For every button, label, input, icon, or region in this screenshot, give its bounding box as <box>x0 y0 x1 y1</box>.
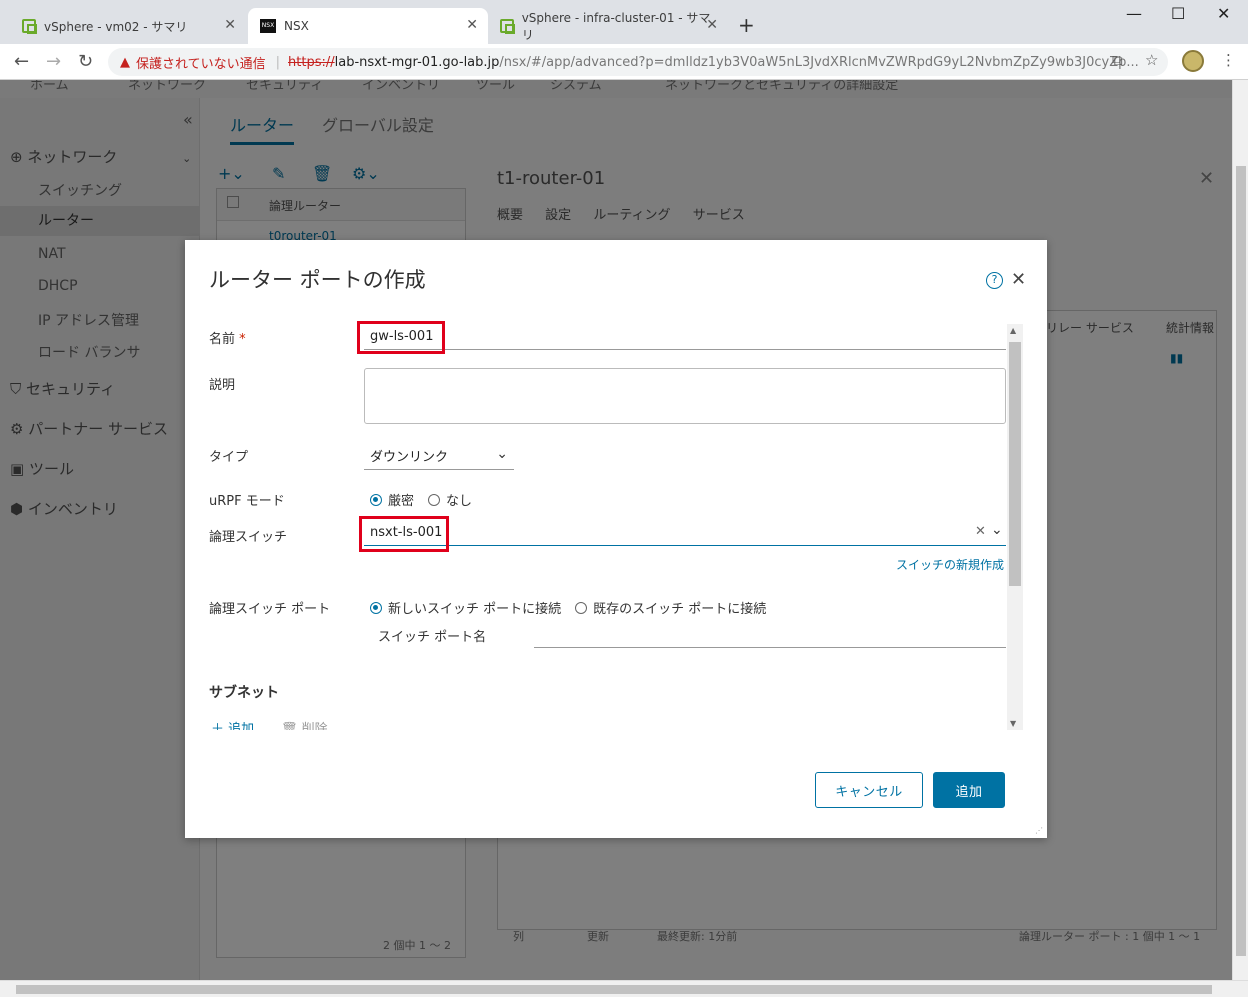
clear-icon[interactable]: ✕ <box>975 524 986 539</box>
type-selected-value: ダウンリンク <box>370 450 449 465</box>
logical-switch-port-label: 論理スイッチ ポート <box>209 602 331 617</box>
warning-icon: ▲ <box>120 54 130 70</box>
page-horizontal-scrollbar[interactable] <box>0 980 1248 997</box>
radio-icon[interactable] <box>575 601 588 614</box>
browser-tab-vsphere-cluster[interactable]: vSphere - infra-cluster-01 - サマリ ✕ <box>488 8 728 44</box>
resize-handle-icon[interactable]: ⋰ <box>1035 826 1043 835</box>
close-tab-icon[interactable]: ✕ <box>466 17 478 33</box>
address-bar: ← → ↻ ▲ 保護されていない通信 | https:// lab-nsxt-m… <box>0 44 1248 80</box>
radio-selected-icon[interactable] <box>370 601 382 614</box>
vsphere-favicon-icon <box>500 19 515 34</box>
logical-switch-highlight-box <box>359 516 449 552</box>
back-icon[interactable]: ← <box>14 51 29 72</box>
chevron-down-icon: ⌄ <box>496 446 508 462</box>
forward-icon[interactable]: → <box>46 51 61 72</box>
urpf-radio-group: 厳密 なし <box>370 490 486 509</box>
trash-icon: 🗑 <box>281 722 298 730</box>
new-tab-icon[interactable]: + <box>738 13 755 37</box>
nsx-favicon-icon: NSX <box>260 19 276 33</box>
minimize-icon[interactable]: — <box>1126 4 1142 23</box>
lsp-radio-group: 新しいスイッチ ポートに接続 既存のスイッチ ポートに接続 <box>370 598 780 617</box>
name-field[interactable] <box>364 324 1006 350</box>
maximize-icon[interactable]: ☐ <box>1171 4 1185 23</box>
lsp-existing-port-option[interactable]: 既存のスイッチ ポートに接続 <box>575 598 766 617</box>
dialog-body: 名前 * 説明 タイプ ダウンリンク ⌄ uRPF モード 厳密 なし 論理スイ… <box>185 320 1025 730</box>
cancel-button[interactable]: キャンセル <box>815 772 923 808</box>
urpf-none-option[interactable]: なし <box>428 490 472 509</box>
scroll-thumb[interactable] <box>16 985 1212 994</box>
scroll-thumb[interactable] <box>1236 166 1246 956</box>
dialog-title: ルーター ポートの作成 <box>209 268 426 292</box>
switch-port-name-label: スイッチ ポート名 <box>378 630 487 645</box>
help-icon[interactable]: ? <box>986 272 1003 289</box>
url-field[interactable]: ▲ 保護されていない通信 | https:// lab-nsxt-mgr-01.… <box>108 48 1168 76</box>
browser-menu-icon[interactable]: ⋮ <box>1221 51 1236 69</box>
url-host: lab-nsxt-mgr-01.go-lab.jp <box>334 54 500 70</box>
url-scheme: https:// <box>288 54 335 70</box>
scroll-up-icon[interactable]: ▲ <box>1010 326 1016 335</box>
tab-title: vSphere - infra-cluster-01 - サマリ <box>521 11 711 42</box>
tab-title: vSphere - vm02 - サマリ <box>44 19 188 34</box>
vsphere-favicon-icon <box>22 19 37 34</box>
radio-icon[interactable] <box>428 493 441 506</box>
scroll-thumb[interactable] <box>1009 342 1021 586</box>
dialog-close-icon[interactable]: ✕ <box>1011 269 1026 290</box>
profile-avatar[interactable] <box>1182 50 1204 72</box>
create-new-switch-link[interactable]: スイッチの新規作成 <box>896 556 1004 573</box>
bookmark-star-icon[interactable]: ☆ <box>1145 51 1158 69</box>
description-label: 説明 <box>209 378 236 393</box>
add-button[interactable]: 追加 <box>933 772 1005 808</box>
close-tab-icon[interactable]: ✕ <box>706 17 718 33</box>
dialog-scrollbar[interactable]: ▲ ▼ <box>1007 324 1023 730</box>
translate-icon[interactable]: ⧉ <box>1112 51 1123 69</box>
logical-switch-label: 論理スイッチ <box>209 530 288 545</box>
urpf-label: uRPF モード <box>209 494 285 509</box>
urpf-strict-option[interactable]: 厳密 <box>370 490 414 509</box>
window-close-icon[interactable]: ✕ <box>1217 4 1230 23</box>
reload-icon[interactable]: ↻ <box>78 51 93 72</box>
create-router-port-dialog: ルーター ポートの作成 ? ✕ 名前 * 説明 タイプ ダウンリンク ⌄ uRP… <box>185 240 1047 838</box>
logical-switch-combobox[interactable] <box>364 520 1006 546</box>
plus-icon: ＋ <box>211 722 225 730</box>
delete-subnet-button[interactable]: 🗑 削除 <box>281 718 328 730</box>
add-subnet-button[interactable]: ＋ 追加 <box>211 718 254 730</box>
description-field[interactable] <box>364 368 1006 424</box>
radio-selected-icon[interactable] <box>370 493 382 506</box>
url-path: /nsx/#/app/advanced?p=dmlldz1yb3V0aW5nL3… <box>499 54 1139 70</box>
chevron-down-icon[interactable]: ⌄ <box>991 522 1003 538</box>
tab-title: NSX <box>284 19 309 33</box>
scroll-down-icon[interactable]: ▼ <box>1010 719 1016 728</box>
name-highlight-box <box>357 321 445 354</box>
close-tab-icon[interactable]: ✕ <box>224 17 236 33</box>
browser-tab-nsx[interactable]: NSX NSX ✕ <box>248 8 488 44</box>
lsp-new-port-option[interactable]: 新しいスイッチ ポートに接続 <box>370 598 561 617</box>
type-label: タイプ <box>209 450 249 465</box>
type-select[interactable]: ダウンリンク ⌄ <box>364 444 514 470</box>
switch-port-name-field[interactable] <box>534 622 1006 648</box>
browser-tab-bar: vSphere - vm02 - サマリ ✕ NSX NSX ✕ vSphere… <box>0 0 1248 44</box>
divider: | <box>275 54 281 70</box>
page-vertical-scrollbar[interactable] <box>1232 80 1248 980</box>
security-warning: 保護されていない通信 <box>136 56 266 72</box>
browser-tab-vsphere-vm02[interactable]: vSphere - vm02 - サマリ ✕ <box>10 8 246 44</box>
subnet-section-title: サブネット <box>209 685 279 701</box>
name-label: 名前 * <box>209 332 246 347</box>
